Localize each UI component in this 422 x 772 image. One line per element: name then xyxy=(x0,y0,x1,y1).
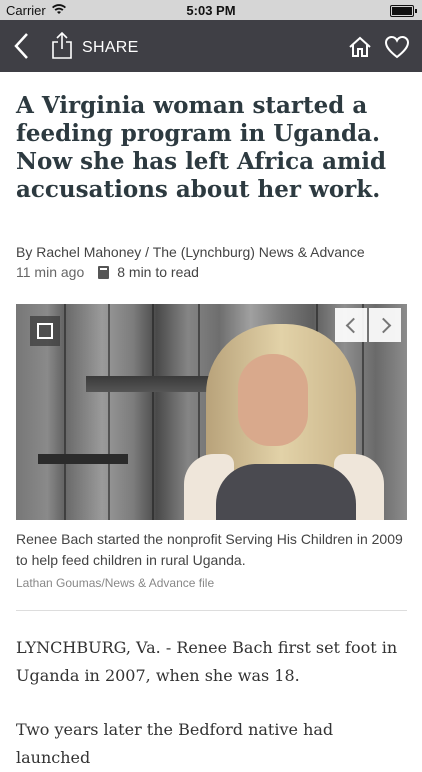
favorite-button[interactable] xyxy=(384,35,410,59)
heart-icon xyxy=(384,35,410,59)
photo-credit: Lathan Goumas/News & Advance file xyxy=(16,576,215,590)
chevron-left-icon xyxy=(345,317,361,333)
status-time: 5:03 PM xyxy=(186,3,236,18)
book-icon xyxy=(98,265,110,279)
article-photo[interactable] xyxy=(16,304,407,520)
divider xyxy=(16,610,407,611)
article-paragraph: Two years later the Bedford native had l… xyxy=(16,720,334,767)
article-byline: By Rachel Mahoney / The (Lynchburg) News… xyxy=(16,244,365,260)
back-icon xyxy=(14,33,28,59)
home-icon xyxy=(349,36,371,57)
gallery-next-button[interactable] xyxy=(369,308,401,342)
status-bar: Carrier 5:03 PM xyxy=(0,0,422,20)
share-label[interactable]: SHARE xyxy=(82,39,139,57)
back-button[interactable] xyxy=(10,31,36,61)
home-button[interactable] xyxy=(348,35,372,59)
gallery-prev-button[interactable] xyxy=(335,308,367,342)
article-meta: 11 min ago 8 min to read xyxy=(16,264,199,280)
photo-caption: Renee Bach started the nonprofit Serving… xyxy=(16,531,403,568)
article-headline: A Virginia woman started a feeding progr… xyxy=(16,92,387,203)
battery-icon xyxy=(390,5,417,17)
top-nav-bar: SHARE xyxy=(0,20,422,72)
article-paragraph: LYNCHBURG, Va. - Renee Bach first set fo… xyxy=(16,638,398,685)
chevron-right-icon xyxy=(375,317,391,333)
published-age: 11 min ago xyxy=(16,264,85,280)
share-button[interactable] xyxy=(50,30,74,60)
share-icon xyxy=(52,31,72,59)
fullscreen-button[interactable] xyxy=(30,316,60,346)
read-time: 8 min to read xyxy=(117,264,199,280)
